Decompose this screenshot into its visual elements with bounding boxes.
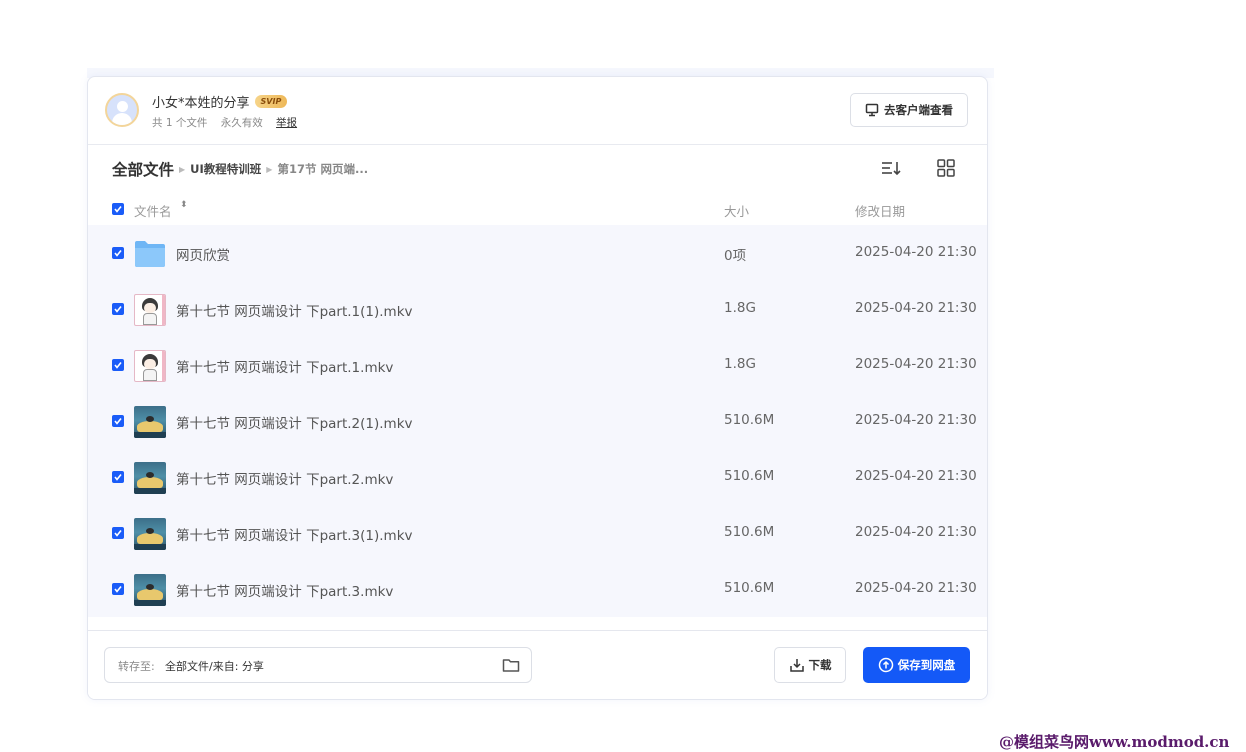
download-icon (789, 659, 804, 672)
row-checkbox[interactable] (112, 471, 124, 483)
file-size: 510.6M (724, 468, 775, 484)
file-date: 2025-04-20 21:30 (855, 580, 977, 596)
file-date: 2025-04-20 21:30 (855, 524, 977, 540)
girl-thumbnail (134, 350, 166, 382)
save-to-path: 全部文件/来自: 分享 (165, 660, 264, 673)
monitor-icon (865, 103, 879, 117)
report-link[interactable]: 举报 (276, 117, 297, 129)
file-name[interactable]: 网页欣赏 (176, 244, 230, 264)
breadcrumb-current: 第17节 网页端... (277, 162, 369, 176)
girl-thumbnail (134, 294, 166, 326)
file-date: 2025-04-20 21:30 (855, 468, 977, 484)
breadcrumb-separator-icon: ▶ (179, 164, 186, 174)
action-footer: 转存至: 全部文件/来自: 分享 下载 保存到网盘 (88, 630, 987, 699)
avatar (105, 93, 139, 127)
column-size-header: 大小 (724, 204, 750, 219)
row-checkbox[interactable] (112, 583, 124, 595)
row-checkbox[interactable] (112, 359, 124, 371)
sort-icon[interactable] (880, 158, 902, 178)
file-size: 1.8G (724, 356, 756, 372)
table-row[interactable]: 第十七节 网页端设计 下part.3.mkv 510.6M 2025-04-20 2… (88, 561, 987, 617)
breadcrumb-root[interactable]: 全部文件 (112, 158, 174, 180)
file-size: 0项 (724, 248, 747, 264)
breadcrumb: 全部文件 ▶ UI教程特训班 ▶ 第17节 网页端... (112, 158, 368, 180)
open-client-button[interactable]: 去客户端查看 (850, 93, 968, 127)
file-name[interactable]: 第十七节 网页端设计 下part.3.mkv (176, 580, 393, 600)
file-size: 510.6M (724, 580, 775, 596)
breadcrumb-separator-icon: ▶ (266, 164, 273, 174)
column-date-header: 修改日期 (855, 204, 906, 219)
row-checkbox[interactable] (112, 415, 124, 427)
scene-thumbnail (134, 574, 166, 606)
table-header: 文件名 ⬍ 大小 修改日期 (88, 197, 987, 225)
table-row[interactable]: 第十七节 网页端设计 下part.3(1).mkv 510.6M 2025-04-2… (88, 505, 987, 561)
row-checkbox[interactable] (112, 247, 124, 259)
share-title-line: 小女*本姓的分享 SVIP (152, 92, 288, 111)
grid-view-icon[interactable] (935, 158, 957, 178)
save-path-selector[interactable]: 转存至: 全部文件/来自: 分享 (104, 647, 532, 683)
table-row[interactable]: 第十七节 网页端设计 下part.1(1).mkv 1.8G 2025-04-20 … (88, 281, 987, 337)
file-name[interactable]: 第十七节 网页端设计 下part.1(1).mkv (176, 300, 413, 320)
share-card: 小女*本姓的分享 SVIP 共 1 个文件 永久有效 举报 去客户端查看 全部文… (87, 76, 988, 700)
download-button[interactable]: 下载 (774, 647, 846, 683)
file-count: 共 1 个文件 (152, 117, 208, 129)
scene-thumbnail (134, 518, 166, 550)
sort-arrows-icon[interactable]: ⬍ (180, 200, 188, 210)
file-name[interactable]: 第十七节 网页端设计 下part.3(1).mkv (176, 524, 413, 544)
table-row[interactable]: 第十七节 网页端设计 下part.1.mkv 1.8G 2025-04-20 21:… (88, 337, 987, 393)
save-to-cloud-button[interactable]: 保存到网盘 (863, 647, 970, 683)
table-row[interactable]: 网页欣赏 0项 2025-04-20 21:30 (88, 225, 987, 281)
file-size: 510.6M (724, 412, 775, 428)
row-checkbox[interactable] (112, 527, 124, 539)
file-name[interactable]: 第十七节 网页端设计 下part.2(1).mkv (176, 412, 413, 432)
share-header: 小女*本姓的分享 SVIP 共 1 个文件 永久有效 举报 去客户端查看 (88, 77, 987, 145)
column-name-header[interactable]: 文件名 (134, 201, 172, 220)
file-size: 1.8G (724, 300, 756, 316)
share-meta: 共 1 个文件 永久有效 举报 (152, 115, 297, 130)
file-date: 2025-04-20 21:30 (855, 244, 977, 260)
open-client-label: 去客户端查看 (884, 103, 953, 117)
save-to-cloud-label: 保存到网盘 (897, 658, 956, 672)
scene-thumbnail (134, 462, 166, 494)
validity: 永久有效 (220, 117, 263, 129)
save-to-label: 转存至: (118, 660, 155, 673)
row-checkbox[interactable] (112, 303, 124, 315)
file-name[interactable]: 第十七节 网页端设计 下part.2.mkv (176, 468, 393, 488)
download-label: 下载 (808, 658, 832, 672)
share-owner-title: 小女*本姓的分享 (152, 96, 250, 111)
avatar-body-shape (112, 113, 132, 125)
breadcrumb-level1[interactable]: UI教程特训班 (190, 161, 261, 177)
file-date: 2025-04-20 21:30 (855, 356, 977, 372)
avatar-head-shape (117, 101, 128, 112)
file-date: 2025-04-20 21:30 (855, 412, 977, 428)
svip-badge: SVIP (254, 95, 288, 108)
file-list: 网页欣赏 0项 2025-04-20 21:30 第十七节 网页端设计 下part.1… (88, 225, 987, 617)
file-date: 2025-04-20 21:30 (855, 300, 977, 316)
file-name[interactable]: 第十七节 网页端设计 下part.1.mkv (176, 356, 393, 376)
folder-icon (134, 238, 166, 270)
file-size: 510.6M (724, 524, 775, 540)
table-row[interactable]: 第十七节 网页端设计 下part.2.mkv 510.6M 2025-04-20 2… (88, 449, 987, 505)
select-all-checkbox[interactable] (112, 203, 124, 215)
folder-outline-icon[interactable] (502, 657, 520, 673)
cloud-upload-icon (878, 657, 893, 673)
table-row[interactable]: 第十七节 网页端设计 下part.2(1).mkv 510.6M 2025-04-2… (88, 393, 987, 449)
scene-thumbnail (134, 406, 166, 438)
